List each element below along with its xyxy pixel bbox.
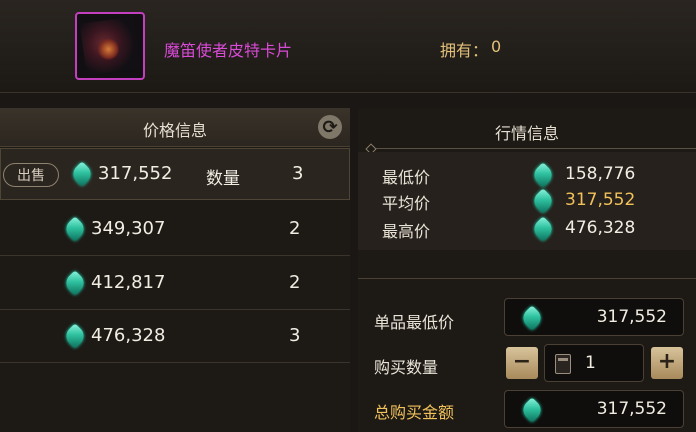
item-card-art	[79, 16, 141, 76]
price-info-panel: 价格信息 ⟳ 出售 317,552 数量 3 349,307 2 412,817…	[0, 108, 350, 432]
sell-button[interactable]: 出售	[3, 163, 59, 187]
market-info-title: 行情信息	[494, 124, 559, 143]
gem-icon	[62, 323, 88, 349]
unit-min-price-value: 317,552	[596, 307, 667, 327]
total-amount-label: 总购买金额	[374, 403, 455, 422]
gem-icon	[519, 305, 545, 331]
divider	[358, 278, 696, 279]
gem-icon	[62, 216, 88, 242]
max-price-label: 最高价	[382, 222, 431, 241]
decrease-button[interactable]: −	[506, 347, 538, 379]
avg-price-value: 317,552	[565, 190, 636, 210]
total-amount-value: 317,552	[596, 399, 667, 419]
buy-quantity-input[interactable]: 1	[544, 344, 644, 382]
price-info-title: 价格信息	[142, 121, 207, 140]
min-price-label: 最低价	[382, 168, 431, 187]
item-header: 魔笛使者皮特卡片 拥有： 0	[0, 0, 696, 93]
min-price-value: 158,776	[565, 164, 636, 184]
owned-label: 拥有：	[440, 41, 489, 60]
price-row[interactable]: 476,328 3	[0, 310, 350, 363]
gem-icon	[62, 270, 88, 296]
row-quantity: 2	[289, 218, 301, 239]
increase-button[interactable]: +	[651, 347, 683, 379]
row-quantity: 3	[289, 325, 301, 346]
gem-icon	[69, 161, 95, 187]
price-row[interactable]: 349,307 2	[0, 203, 350, 256]
calculator-icon[interactable]	[555, 354, 571, 374]
unit-min-price-label: 单品最低价	[374, 313, 455, 332]
item-name: 魔笛使者皮特卡片	[164, 41, 293, 60]
row-price: 349,307	[91, 218, 166, 239]
refresh-icon[interactable]: ⟳	[318, 115, 342, 139]
divider	[370, 148, 696, 149]
buy-quantity-value: 1	[585, 353, 596, 373]
avg-price-label: 平均价	[382, 194, 431, 213]
price-row[interactable]: 出售 317,552 数量 3	[0, 148, 350, 200]
price-row[interactable]: 412,817 2	[0, 257, 350, 310]
row-price: 412,817	[91, 272, 166, 293]
quantity-label: 数量	[206, 169, 240, 189]
market-info-panel: 行情信息 最低价 158,776 平均价 317,552 最高价 476,328…	[358, 108, 696, 432]
max-price-value: 476,328	[565, 218, 636, 238]
item-card-icon[interactable]	[75, 12, 145, 80]
unit-min-price-field: 317,552	[504, 298, 684, 336]
gem-icon	[519, 397, 545, 423]
row-price: 476,328	[91, 325, 166, 346]
buy-quantity-label: 购买数量	[374, 358, 439, 377]
row-quantity: 2	[289, 272, 301, 293]
owned-value: 0	[491, 37, 502, 56]
total-amount-field: 317,552	[504, 390, 684, 428]
row-price: 317,552	[98, 163, 173, 184]
price-info-header: 价格信息 ⟳	[0, 108, 350, 147]
row-quantity: 3	[292, 163, 304, 184]
